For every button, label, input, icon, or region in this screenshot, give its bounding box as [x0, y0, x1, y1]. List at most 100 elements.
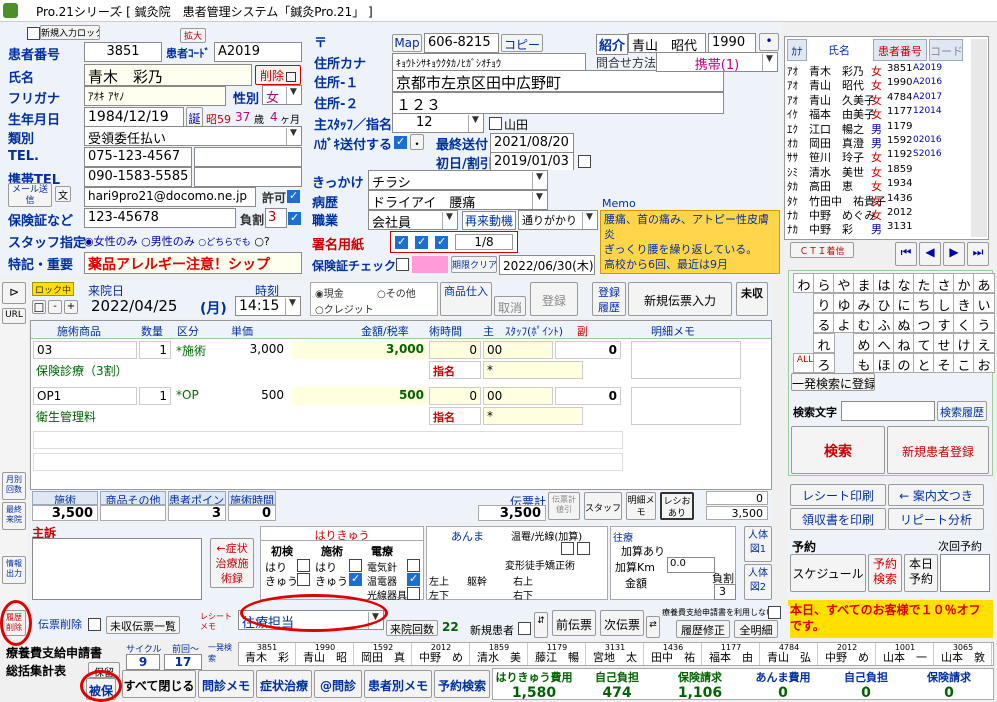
patient-list-row[interactable]: ｻｻ 笹川 玲子女 1192 S2016	[787, 149, 969, 163]
prev-field[interactable]: 17	[164, 654, 202, 670]
arrow-button[interactable]: ⇵	[534, 612, 548, 638]
unpaid-list-button[interactable]: 未収伝票一覧	[106, 616, 180, 634]
recent-patient[interactable]: 1592 岡田 真	[355, 643, 412, 665]
repeat-analysis-button[interactable]: リピート分析	[888, 508, 984, 530]
item-points[interactable]: 0	[555, 341, 621, 359]
at-interview-button[interactable]: @問診	[314, 670, 362, 698]
kana-key[interactable]: ね	[893, 333, 915, 354]
item-amount[interactable]: 500	[291, 387, 427, 405]
swap-button[interactable]: ⇄	[646, 616, 660, 638]
kana-key[interactable]: す	[933, 313, 955, 334]
recent-patient[interactable]: 3851 青木 彩	[239, 643, 296, 665]
item-star[interactable]: *	[483, 361, 583, 379]
name-field[interactable]: 青木 彩乃	[84, 64, 252, 86]
item-memo[interactable]	[631, 341, 741, 379]
recent-patient[interactable]: 4784 青山 弘	[761, 643, 818, 665]
item-time[interactable]: 0	[429, 341, 481, 359]
receipt-print-button[interactable]: レシート印刷	[790, 484, 886, 506]
kana-key[interactable]: と	[913, 353, 935, 374]
visit-date-field[interactable]: 2022/04/25	[88, 296, 198, 316]
recent-patient[interactable]: 2012 中野 め	[413, 643, 470, 665]
expiry-clear-button[interactable]: 期限クリア	[451, 256, 497, 273]
item-amount[interactable]: 3,000	[291, 341, 427, 359]
patient-list-row[interactable]: ﾅｶ 中野 めぐみ女 2012	[787, 207, 969, 221]
kana-key[interactable]: て	[913, 333, 935, 354]
recent-patient[interactable]: 1990 青山 昭	[297, 643, 354, 665]
receipt-option-button[interactable]: レシおあり	[660, 492, 694, 520]
addr2-field[interactable]: １２３	[392, 92, 724, 114]
item-memo[interactable]	[631, 387, 741, 425]
kana-key[interactable]: り	[813, 293, 835, 314]
kana-key[interactable]: ゆ	[833, 293, 855, 314]
other-radio[interactable]: ○その他	[377, 285, 416, 300]
hari-check-2[interactable]	[349, 559, 362, 572]
prev-slip-button[interactable]: 前伝票	[552, 610, 596, 636]
cycle-field[interactable]: 9	[126, 654, 160, 670]
zoom-button[interactable]: 拡大	[180, 28, 206, 43]
item-name[interactable]: 保険診療（3割）	[33, 361, 227, 379]
app-use-checkbox[interactable]	[768, 606, 781, 619]
app-form-label[interactable]: 療養費支給申請書	[6, 644, 102, 661]
staff-main-field[interactable]: 12 ▼	[392, 113, 484, 133]
kana-key[interactable]: る	[813, 313, 835, 334]
interview-memo-button[interactable]: 問診メモ	[198, 670, 254, 698]
item-empty-row[interactable]	[33, 431, 623, 449]
kosen-check[interactable]	[407, 587, 420, 600]
type-field[interactable]: 受領委任払い ▼	[84, 126, 302, 146]
staff-button[interactable]: スタッフ	[584, 492, 622, 520]
reserve-search-bottom-button[interactable]: 予約検索	[434, 670, 490, 698]
plus-button[interactable]: +	[64, 300, 78, 314]
tel-extra-field[interactable]	[194, 147, 302, 167]
kana-key[interactable]: か	[953, 273, 975, 294]
radio-male[interactable]: ○男性のみ	[141, 235, 195, 248]
burden-checkbox[interactable]	[288, 211, 301, 225]
mobile-field[interactable]: 090-1583-5585	[84, 167, 192, 187]
kyu-check-2[interactable]	[349, 572, 362, 586]
time-field[interactable]: 14:15 ▼	[235, 296, 301, 316]
kana-key[interactable]: そ	[933, 353, 955, 374]
sign-checkbox-1[interactable]	[395, 235, 408, 249]
list-header-code[interactable]: コード	[929, 39, 963, 61]
recent-patient[interactable]: 1001 山本 一	[877, 643, 934, 665]
credit-radio[interactable]: ○クレジット	[315, 301, 374, 316]
kana-key[interactable]: け	[953, 333, 975, 354]
recent-patient[interactable]: 3131 宮地 太	[587, 643, 644, 665]
item-code[interactable]: 03	[33, 341, 137, 359]
monthly-button[interactable]: 月別回数	[2, 472, 26, 500]
item-name[interactable]: 衛生管理料	[33, 407, 227, 425]
prev-record-button[interactable]: ◀	[919, 242, 941, 266]
kyu-check-1[interactable]	[297, 573, 310, 586]
item-star[interactable]: *	[483, 407, 583, 425]
item-category[interactable]: *施術	[173, 341, 225, 359]
cancel-button[interactable]: 取消	[494, 296, 526, 316]
contact-field[interactable]: 携帯(1) ▼	[656, 52, 778, 72]
kana-key[interactable]: こ	[953, 353, 975, 374]
item-main[interactable]: 00	[483, 387, 553, 405]
kana-key[interactable]: せ	[933, 333, 955, 354]
email-field[interactable]: hari9pro21@docomo.ne.jp	[84, 187, 256, 207]
symptom-button[interactable]: 症状治療	[256, 670, 312, 698]
schedule-button[interactable]: スケジュール	[790, 554, 866, 592]
goods-button[interactable]: 商品仕入	[440, 282, 492, 316]
radio-any[interactable]: ○どちらでも	[198, 238, 251, 248]
kana-key[interactable]: へ	[873, 333, 895, 354]
new-input-lock-button[interactable]: 新規入力ロック	[40, 25, 100, 40]
kana-key[interactable]: つ	[913, 313, 935, 334]
km-field[interactable]: 0.0	[667, 557, 715, 573]
kana-key[interactable]: ま	[853, 273, 875, 294]
kana-key[interactable]: は	[873, 273, 895, 294]
list-scrollbar[interactable]	[971, 39, 987, 237]
sign-checkbox-3[interactable]	[435, 235, 448, 249]
next-slip-button[interactable]: 次伝票	[600, 610, 644, 636]
last-sent-field[interactable]: 2021/08/20	[490, 133, 574, 153]
birth-field[interactable]: 1984/12/19	[84, 107, 184, 127]
today-reserve-button[interactable]: 本日予約	[904, 554, 938, 592]
kana-key[interactable]: の	[893, 353, 915, 374]
kana-key[interactable]: た	[913, 273, 935, 294]
postcard-checkbox[interactable]	[394, 135, 407, 149]
item-qty[interactable]: 1	[139, 387, 171, 405]
patient-list-row[interactable]: ｴｸ 江口 暢之男 1179	[787, 121, 969, 135]
new-patient-checkbox[interactable]	[518, 622, 531, 635]
search-history-button[interactable]: 検索履歴	[937, 401, 987, 421]
summary-label[interactable]: 総括集計表	[6, 662, 66, 679]
